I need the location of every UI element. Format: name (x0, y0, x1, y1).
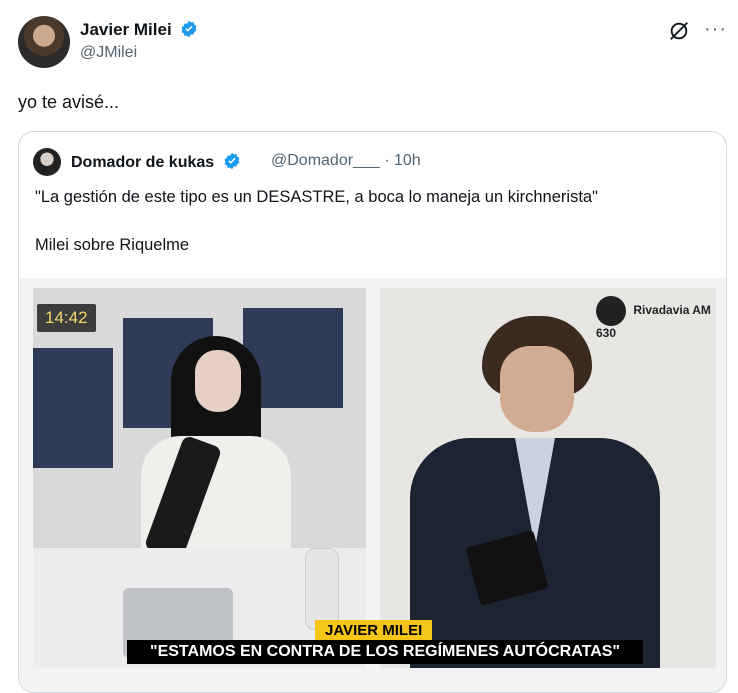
author-avatar[interactable] (18, 16, 70, 68)
quote-author-avatar[interactable] (33, 148, 61, 176)
video-left-panel: 14:42 (33, 288, 366, 668)
author-handle[interactable]: @JMilei (80, 44, 137, 62)
quote-author-name[interactable]: Domador de kukas (71, 152, 241, 172)
quote-author-handle-time[interactable]: @Domador___ · 10h (271, 152, 421, 170)
acoustic-foam (33, 348, 113, 468)
quote-author-name-text[interactable]: Domador de kukas (71, 154, 214, 171)
station-logo-icon (596, 296, 626, 326)
author-name[interactable]: Javier Milei (80, 20, 198, 40)
video-right-panel: Rivadavia AM 630 (380, 288, 716, 668)
water-bottle (305, 548, 339, 630)
quoted-tweet-card[interactable]: Domador de kukas @Domador___ · 10h "La g… (18, 131, 727, 693)
tweet-text: yo te avisé... (18, 92, 120, 112)
quote-text-line1: "La gestión de este tipo es un DESASTRE,… (35, 188, 598, 206)
more-options-icon[interactable]: ··· (704, 18, 727, 41)
lower-third-name: JAVIER MILEI (315, 620, 433, 641)
station-logo: Rivadavia AM 630 (596, 296, 716, 340)
lower-third-quote: "ESTAMOS EN CONTRA DE LOS REGÍMENES AUTÓ… (127, 640, 643, 664)
man-face (500, 346, 574, 432)
video-timestamp: 14:42 (37, 304, 96, 332)
video-player[interactable]: 14:42 Rivadavia AM 630 JAVIER MILEI "EST… (19, 278, 726, 692)
woman-face (195, 350, 241, 412)
verified-badge-icon (181, 20, 197, 38)
grok-icon[interactable] (668, 20, 690, 42)
quote-text-line2: Milei sobre Riquelme (35, 236, 190, 254)
author-name-text[interactable]: Javier Milei (80, 20, 172, 39)
verified-badge-icon (224, 152, 240, 170)
